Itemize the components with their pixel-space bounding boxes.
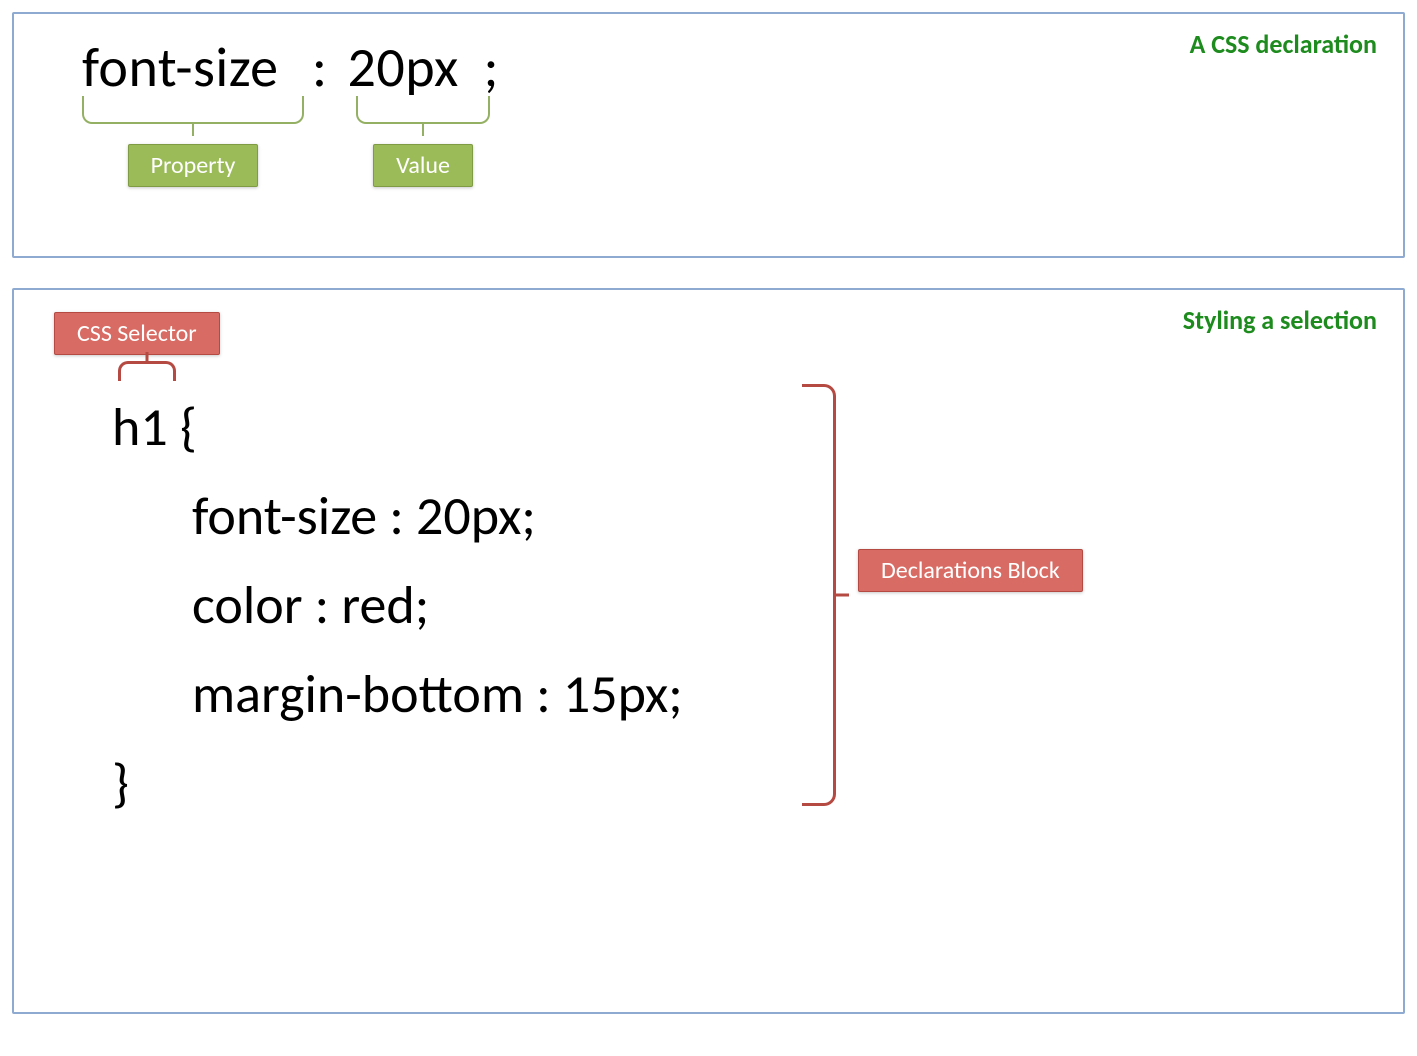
selector-brace-icon [118,361,176,381]
panel-css-declaration: A CSS declaration font-size : 20px ; Pro… [12,12,1405,258]
property-label-pill: Property [128,144,259,187]
block-label-wrap: Declarations Block [836,312,1083,828]
value-brace-icon [356,96,490,124]
panel2-body: CSS Selector h1 { font-size : 20px; colo… [42,312,1375,828]
close-brace: } [112,739,792,828]
separator-colon: : [312,36,327,100]
property-text: font-size [82,36,304,100]
selector-annotation: CSS Selector [54,312,792,355]
braces-row [42,96,1375,124]
declaration-line-3: margin-bottom : 15px; [112,650,792,739]
declaration-line-2: color : red; [112,561,792,650]
value-label-pill: Value [373,144,473,187]
declaration-code: font-size : 20px ; [42,36,1375,100]
declaration-line-1: font-size : 20px; [112,472,792,561]
selector-line: h1 { [112,383,792,472]
labels-row: Property Value [42,144,1375,187]
declarations-block-brace-icon [802,384,836,806]
panel-styling-selection: Styling a selection CSS Selector h1 { fo… [12,288,1405,1014]
panel1-title: A CSS declaration [1190,28,1377,60]
open-brace: { [168,394,197,460]
selector-text: h1 [112,394,168,460]
property-brace-icon [82,96,304,124]
panel2-left-column: CSS Selector h1 { font-size : 20px; colo… [42,312,812,828]
css-selector-label-pill: CSS Selector [54,312,220,355]
panel2-title: Styling a selection [1183,304,1377,336]
value-text: 20px [347,36,481,100]
terminator-semicolon: ; [483,36,498,100]
css-rule-codeblock: h1 { font-size : 20px; color : red; marg… [42,383,792,828]
declarations-block-label-pill: Declarations Block [858,549,1083,592]
